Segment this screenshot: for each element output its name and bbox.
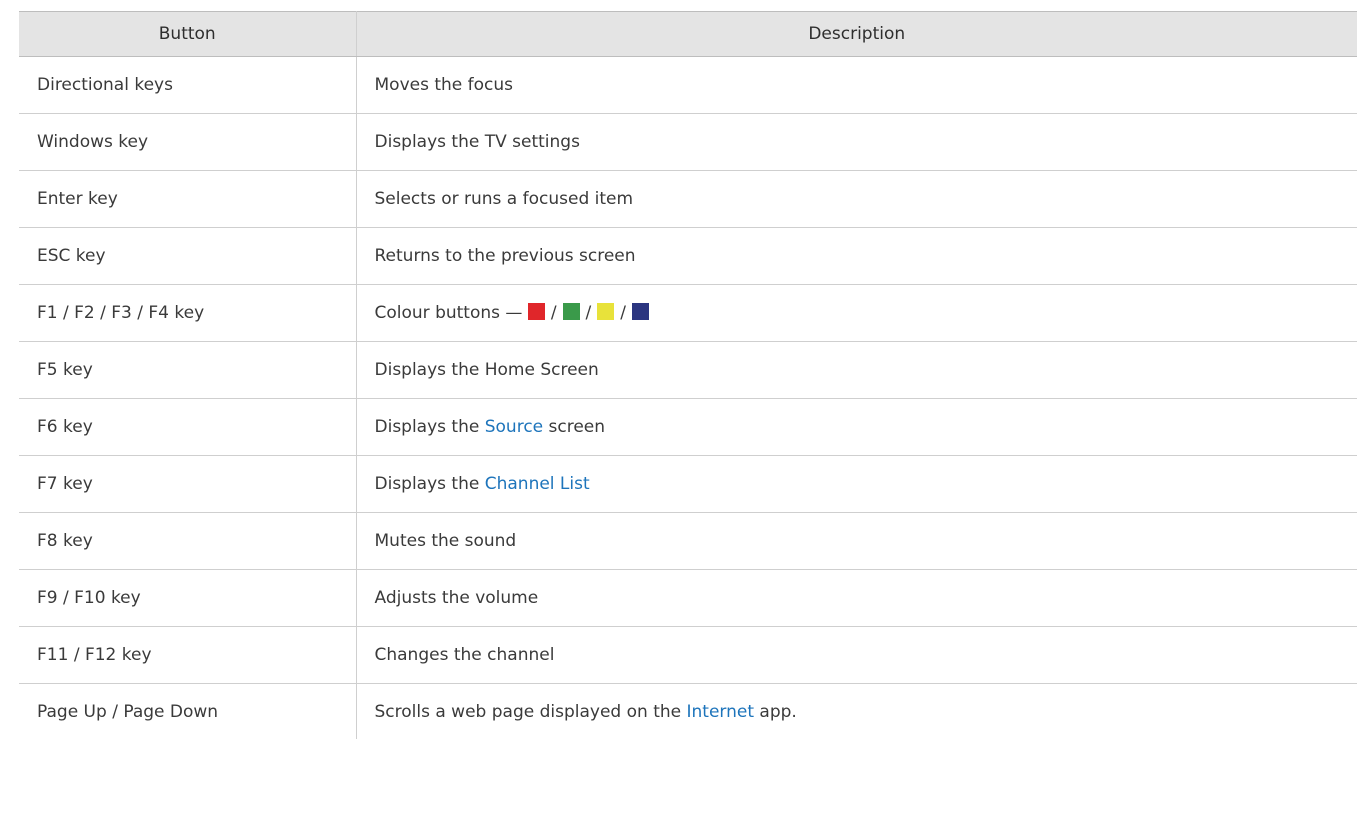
- key-cell: F6 key: [19, 398, 357, 456]
- key-cell: F1 / F2 / F3 / F4 key: [19, 284, 357, 342]
- key-cell: F7 key: [19, 455, 357, 513]
- description-text: Mutes the sound: [374, 531, 517, 551]
- key-cell: F9 / F10 key: [19, 569, 357, 627]
- description-link: Channel List: [484, 474, 590, 494]
- table-row: Page Up / Page Down Scrolls a web page di…: [19, 683, 1357, 740]
- description-cell: Mutes the sound: [356, 512, 1357, 570]
- key-cell: Page Up / Page Down: [19, 683, 357, 739]
- description-text: Returns to the previous screen: [374, 246, 636, 266]
- key-cell: Enter key: [19, 170, 357, 228]
- description-text: Adjusts the volume: [374, 588, 539, 608]
- description-text-suffix: app.: [754, 701, 797, 722]
- red-swatch: [527, 303, 545, 320]
- table-row: Enter key Selects or runs a focused item: [19, 170, 1357, 228]
- key-cell: F8 key: [19, 512, 357, 570]
- green-swatch: [562, 303, 580, 320]
- description-text: Displays the TV settings: [374, 132, 580, 152]
- swatch-separator: /: [620, 303, 627, 323]
- description-text: Selects or runs a focused item: [374, 189, 634, 209]
- key-cell: F5 key: [19, 341, 357, 399]
- yellow-swatch: [597, 303, 615, 320]
- description-cell: Moves the focus: [356, 56, 1357, 114]
- description-text: Colour buttons —: [374, 303, 523, 323]
- swatch-separator: /: [585, 303, 592, 323]
- key-cell: F11 / F12 key: [19, 626, 357, 684]
- blue-swatch: [632, 303, 650, 320]
- table-row: F1 / F2 / F3 / F4 key Colour buttons — / /…: [19, 284, 1357, 342]
- description-text-suffix: screen: [543, 417, 606, 437]
- description-link: Internet: [686, 701, 755, 722]
- description-link: Source: [484, 417, 544, 437]
- description-text: Scrolls a web page displayed on the: [374, 701, 687, 722]
- table-row: F9 / F10 key Adjusts the volume: [19, 569, 1357, 627]
- keyboard-function-table: Button Description Directional keys Moves…: [19, 11, 1357, 739]
- table-header-row: Button Description: [19, 11, 1357, 57]
- table-row: Windows key Displays the TV settings: [19, 113, 1357, 171]
- table-row: F6 key Displays the Source screen: [19, 398, 1357, 456]
- table-row: ESC key Returns to the previous screen: [19, 227, 1357, 285]
- description-text: Displays the: [374, 474, 485, 494]
- table-row: Directional keys Moves the focus: [19, 56, 1357, 114]
- description-cell: Scrolls a web page displayed on the Inte…: [356, 684, 1357, 740]
- column-header-description: Description: [356, 11, 1357, 57]
- description-cell: Colour buttons — / / /: [356, 284, 1357, 342]
- description-text: Moves the focus: [374, 75, 514, 95]
- key-cell: Directional keys: [19, 56, 357, 114]
- description-text: Changes the channel: [374, 645, 555, 665]
- swatch-separator: /: [550, 303, 557, 323]
- description-text: Displays the: [374, 417, 485, 437]
- table-row: F8 key Mutes the sound: [19, 512, 1357, 570]
- description-cell: Displays the Home Screen: [356, 341, 1357, 399]
- column-header-button: Button: [19, 11, 357, 57]
- key-cell: Windows key: [19, 113, 357, 171]
- description-cell: Displays the Channel List: [356, 455, 1357, 513]
- table-row: F7 key Displays the Channel List: [19, 455, 1357, 513]
- key-cell: ESC key: [19, 227, 357, 285]
- description-cell: Adjusts the volume: [356, 569, 1357, 627]
- description-cell: Returns to the previous screen: [356, 227, 1357, 285]
- description-cell: Selects or runs a focused item: [356, 170, 1357, 228]
- description-cell: Changes the channel: [356, 626, 1357, 684]
- description-cell: Displays the Source screen: [356, 398, 1357, 456]
- description-cell: Displays the TV settings: [356, 113, 1357, 171]
- table-row: F11 / F12 key Changes the channel: [19, 626, 1357, 684]
- description-text: Displays the Home Screen: [374, 360, 599, 380]
- table-row: F5 key Displays the Home Screen: [19, 341, 1357, 399]
